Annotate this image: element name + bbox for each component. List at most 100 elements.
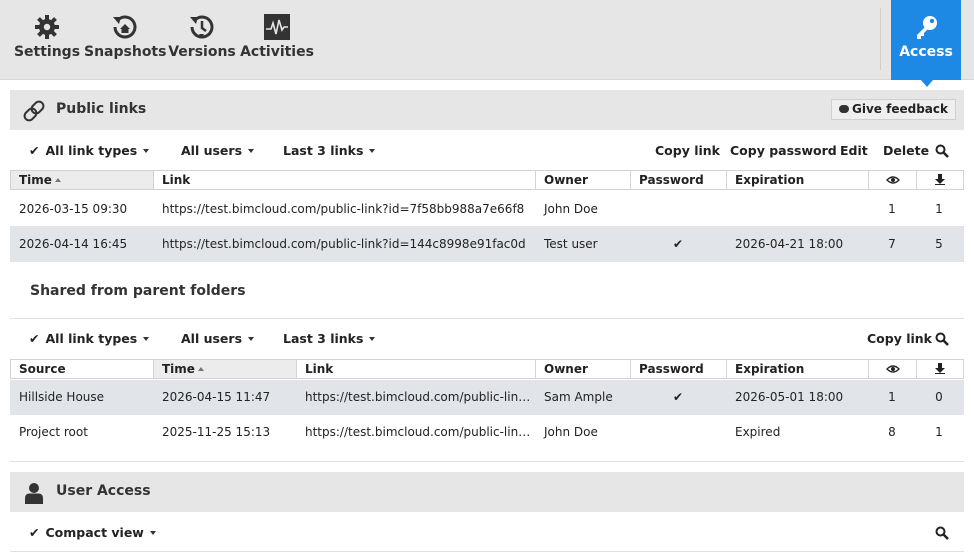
caret-down-icon <box>248 337 255 341</box>
column-password[interactable]: Password <box>631 171 727 189</box>
compact-view-toggle[interactable]: ✔ Compact view <box>29 525 156 540</box>
column-downloads[interactable] <box>917 360 963 378</box>
caret-down-icon <box>369 337 376 341</box>
column-views[interactable] <box>869 171 917 189</box>
speech-bubble-icon <box>839 105 849 113</box>
cell-downloads: 5 <box>935 237 943 251</box>
column-link[interactable]: Link <box>154 171 536 189</box>
settings-button[interactable]: Settings <box>12 0 82 80</box>
sort-ascending-icon <box>54 178 61 182</box>
users-filter[interactable]: All users <box>181 331 255 346</box>
link-count-filter[interactable]: Last 3 links <box>283 143 376 158</box>
copy-link-button[interactable]: Copy link <box>655 143 720 158</box>
give-feedback-button[interactable]: Give feedback <box>831 99 956 120</box>
users-filter[interactable]: All users <box>181 143 255 158</box>
divider <box>10 551 964 552</box>
public-links-title: Public links <box>56 101 147 117</box>
give-feedback-label: Give feedback <box>852 102 948 116</box>
column-expiration[interactable]: Expiration <box>727 171 869 189</box>
caret-down-icon <box>248 149 255 153</box>
link-types-filter[interactable]: ✔ All link types <box>29 331 150 346</box>
cell-owner: John Doe <box>544 202 598 216</box>
access-label: Access <box>899 44 953 60</box>
cell-time: 2026-04-15 11:47 <box>162 390 271 404</box>
search-icon[interactable] <box>935 332 949 346</box>
column-time[interactable]: Time <box>11 171 154 189</box>
cell-link: https://test.bimcloud.com/public-link... <box>305 390 535 404</box>
public-links-header: Public links Give feedback <box>10 90 964 130</box>
snapshots-label: Snapshots <box>84 44 167 60</box>
cell-time: 2026-03-15 09:30 <box>19 202 128 216</box>
table-row[interactable]: Project root 2025-11-25 15:13 https://te… <box>10 415 964 450</box>
versions-button[interactable]: Versions <box>166 0 238 80</box>
cell-owner: Sam Ample <box>544 390 613 404</box>
users-label: All users <box>181 143 243 158</box>
column-views[interactable] <box>869 360 917 378</box>
search-icon[interactable] <box>935 144 949 158</box>
column-link[interactable]: Link <box>297 360 536 378</box>
column-time-label: Time <box>162 362 195 376</box>
cell-password <box>630 415 726 449</box>
snapshots-button[interactable]: Snapshots <box>84 0 166 80</box>
access-button[interactable]: Access <box>891 0 961 80</box>
column-password[interactable]: Password <box>631 360 727 378</box>
check-icon: ✔ <box>29 331 40 346</box>
search-icon[interactable] <box>935 526 949 540</box>
cell-link: https://test.bimcloud.com/public-link... <box>305 425 535 439</box>
caret-down-icon <box>149 531 156 535</box>
check-icon: ✔ <box>29 525 40 540</box>
caret-down-icon <box>369 149 376 153</box>
download-arrow-icon <box>935 174 945 185</box>
shared-links-table-header: Source Time Link Owner Password Expirati… <box>10 359 964 379</box>
delete-button[interactable]: Delete <box>883 143 929 158</box>
column-owner[interactable]: Owner <box>536 360 631 378</box>
link-count-label: Last 3 links <box>283 331 364 346</box>
link-count-filter[interactable]: Last 3 links <box>283 331 376 346</box>
divider <box>10 461 964 462</box>
cell-time: 2026-04-14 16:45 <box>19 237 128 251</box>
column-owner[interactable]: Owner <box>536 171 631 189</box>
compact-view-label: Compact view <box>45 525 144 540</box>
cell-views: 7 <box>888 237 896 251</box>
copy-password-button[interactable]: Copy password <box>730 143 837 158</box>
toolbar-divider <box>880 8 881 70</box>
versions-label: Versions <box>168 44 236 60</box>
table-row[interactable]: 2026-04-14 16:45 https://test.bimcloud.c… <box>10 227 964 262</box>
column-time-label: Time <box>19 173 52 187</box>
cell-source: Project root <box>19 425 88 439</box>
activities-label: Activities <box>240 44 314 60</box>
cell-expiration: 2026-05-01 18:00 <box>735 390 844 404</box>
column-time[interactable]: Time <box>154 360 297 378</box>
gear-icon <box>35 15 59 39</box>
edit-button[interactable]: Edit <box>840 143 868 158</box>
column-source[interactable]: Source <box>11 360 154 378</box>
versions-icon <box>190 15 214 39</box>
link-types-filter[interactable]: ✔ All link types <box>29 143 150 158</box>
column-expiration[interactable]: Expiration <box>727 360 869 378</box>
public-links-table-header: Time Link Owner Password Expiration <box>10 170 964 190</box>
cell-password: ✔ <box>672 390 684 404</box>
user-icon <box>25 483 43 504</box>
activities-button[interactable]: Activities <box>240 0 314 80</box>
cell-password: ✔ <box>672 237 684 251</box>
cell-expiration: Expired <box>735 425 781 439</box>
shared-links-title: Shared from parent folders <box>30 283 246 299</box>
cell-owner: Test user <box>544 237 598 251</box>
key-icon <box>917 16 937 39</box>
link-types-label: All link types <box>45 331 138 346</box>
cell-downloads: 0 <box>935 390 943 404</box>
link-icon <box>23 100 45 122</box>
column-downloads[interactable] <box>917 171 963 189</box>
users-label: All users <box>181 331 243 346</box>
cell-source: Hillside House <box>19 390 105 404</box>
cell-views: 8 <box>888 425 896 439</box>
sort-ascending-icon <box>197 367 204 371</box>
cell-expiration: 2026-04-21 18:00 <box>735 237 844 251</box>
link-count-label: Last 3 links <box>283 143 364 158</box>
user-access-title: User Access <box>56 483 151 499</box>
table-row[interactable]: 2026-03-15 09:30 https://test.bimcloud.c… <box>10 192 964 227</box>
user-access-header: User Access <box>10 472 964 512</box>
cell-downloads: 1 <box>935 425 943 439</box>
table-row[interactable]: Hillside House 2026-04-15 11:47 https://… <box>10 380 964 415</box>
copy-link-button[interactable]: Copy link <box>867 331 932 346</box>
